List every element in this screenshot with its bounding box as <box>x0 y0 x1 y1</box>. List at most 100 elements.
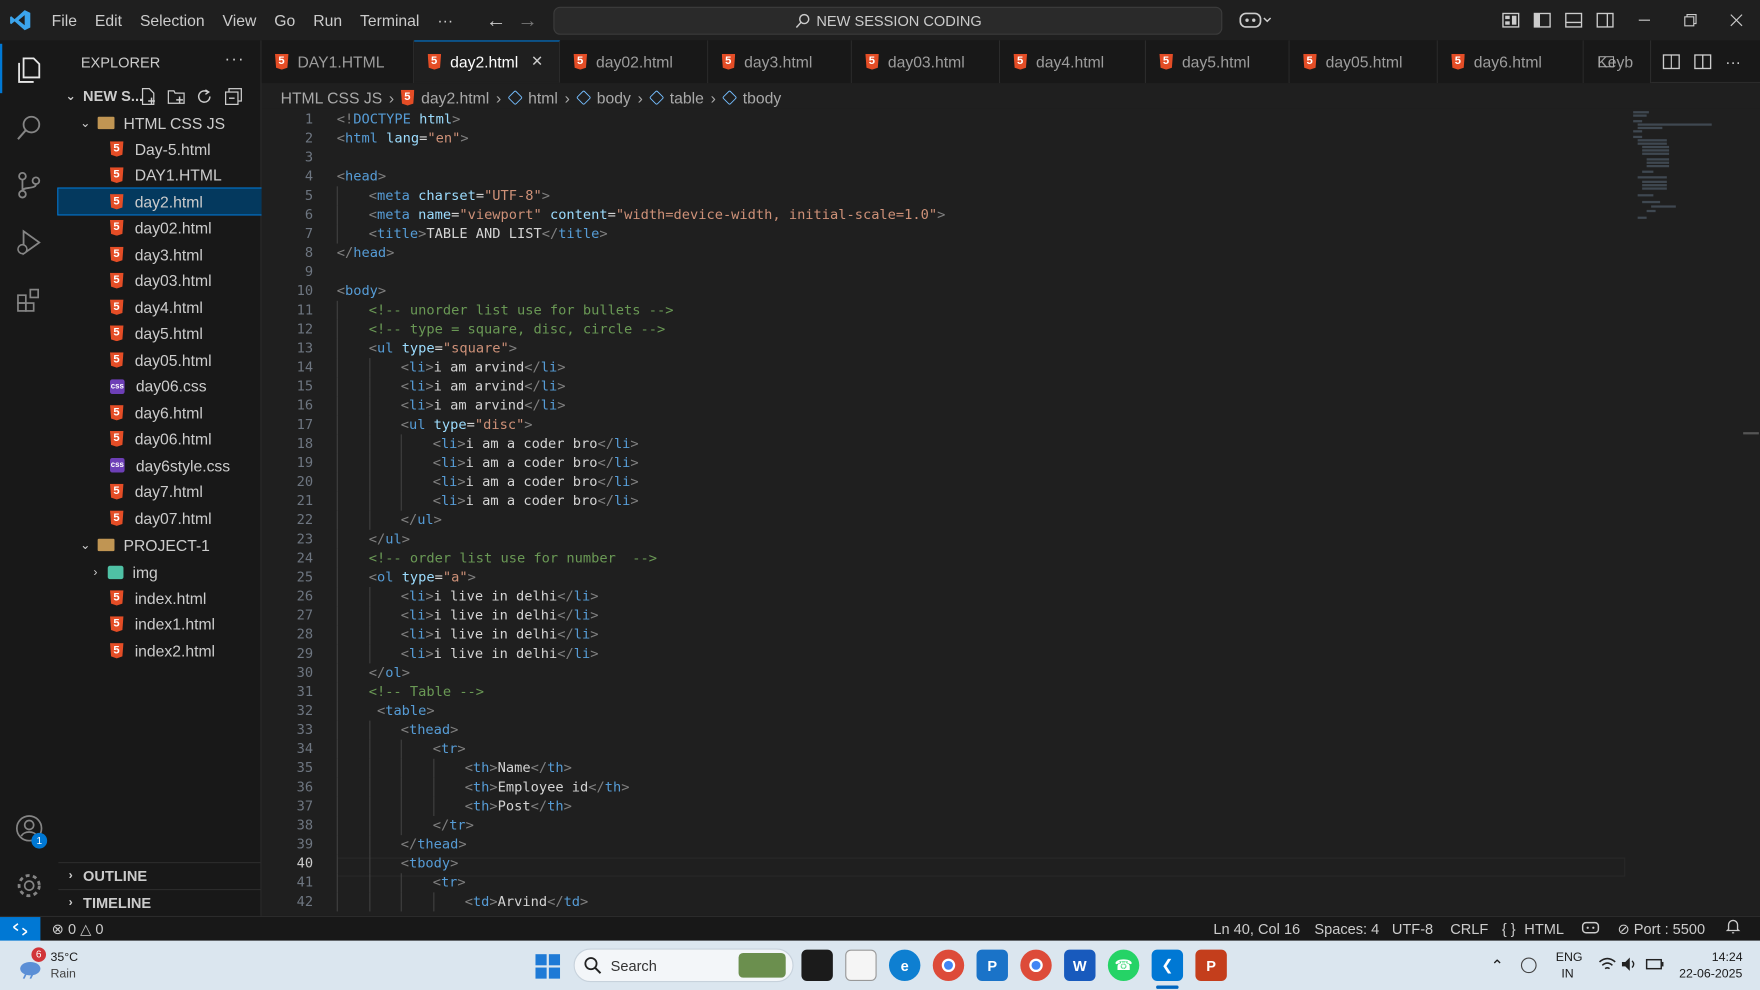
breadcrumb-folder[interactable]: HTML CSS JS <box>281 89 383 107</box>
volume-icon[interactable] <box>1621 956 1639 975</box>
notifications-bell-icon[interactable] <box>1725 917 1741 942</box>
menu-file[interactable]: File <box>40 0 86 40</box>
tab[interactable]: day02.html <box>560 40 709 84</box>
minimize-icon[interactable] <box>1634 10 1654 30</box>
search-icon[interactable] <box>0 101 58 155</box>
file-item[interactable]: day7.html <box>58 479 261 505</box>
file-item[interactable]: Day-5.html <box>58 136 261 162</box>
close-tab-icon[interactable]: ✕ <box>531 53 543 71</box>
indentation[interactable]: Spaces: 4 <box>1314 917 1379 942</box>
file-item[interactable]: day4.html <box>58 294 261 320</box>
language-mode[interactable]: HTML <box>1524 917 1564 942</box>
clock-time[interactable]: 14:24 <box>1712 951 1743 964</box>
scrollbar-thumb[interactable] <box>1743 432 1759 461</box>
line-ending[interactable]: CRLF <box>1450 917 1488 942</box>
toggle-panel-icon[interactable] <box>1564 10 1584 30</box>
file-item[interactable]: DAY1.HTML <box>58 162 261 188</box>
refresh-icon[interactable] <box>195 88 213 112</box>
extensions-icon[interactable] <box>0 273 58 327</box>
file-item[interactable]: index.html <box>58 585 261 611</box>
command-center[interactable]: NEW SESSION CODING <box>553 6 1223 35</box>
manage-gear-icon[interactable] <box>0 859 58 913</box>
new-file-icon[interactable] <box>139 88 157 112</box>
word-icon[interactable]: W <box>1064 949 1096 982</box>
tab[interactable]: day6.html <box>1437 40 1584 84</box>
split-editor-icon[interactable] <box>1692 51 1713 72</box>
file-item[interactable]: day02.html <box>58 215 261 241</box>
vscode-taskbar-icon[interactable]: ❮ <box>1151 949 1184 982</box>
menu-edit[interactable]: Edit <box>86 0 131 40</box>
vertical-scrollbar[interactable] <box>1743 109 1760 916</box>
powerpoint-icon[interactable]: P <box>1195 949 1227 982</box>
tab[interactable]: day3.html <box>708 40 852 84</box>
accounts-icon[interactable]: 1 <box>0 801 58 855</box>
file-item[interactable]: css day6style.css <box>58 452 261 478</box>
back-arrow-icon[interactable]: ← <box>485 8 507 31</box>
file-item[interactable]: day07.html <box>58 505 261 531</box>
folder-html-css-js[interactable]: ⌄ HTML CSS JS <box>58 110 261 136</box>
new-folder-icon[interactable] <box>167 88 185 112</box>
file-item[interactable]: day03.html <box>58 268 261 294</box>
file-item[interactable]: day3.html <box>58 241 261 267</box>
remote-icon[interactable] <box>0 917 41 942</box>
collapse-all-icon[interactable] <box>224 88 242 112</box>
notepad-icon[interactable] <box>845 949 877 982</box>
windows-start-icon[interactable] <box>535 954 561 979</box>
toggle-secondary-sidebar-icon[interactable] <box>1595 10 1615 30</box>
tab[interactable]: day4.html <box>1000 40 1147 84</box>
encoding[interactable]: UTF-8 <box>1392 917 1433 942</box>
battery-icon[interactable] <box>1645 957 1666 974</box>
breadcrumb-file[interactable]: day2.html <box>421 89 489 107</box>
chevron-up-icon[interactable]: ⌃ <box>1491 956 1504 975</box>
menu-selection[interactable]: Selection <box>131 0 214 40</box>
minimap[interactable] <box>1633 109 1743 232</box>
open-preview-icon[interactable] <box>1661 51 1682 72</box>
restore-icon[interactable] <box>1680 10 1700 30</box>
file-item[interactable]: index1.html <box>58 611 261 637</box>
forward-arrow-icon[interactable]: → <box>516 8 538 31</box>
language-region[interactable]: IN <box>1561 968 1573 981</box>
cursor-position[interactable]: Ln 40, Col 16 <box>1213 917 1300 942</box>
more-actions-icon[interactable]: ··· <box>224 49 244 68</box>
copilot-icon[interactable] <box>1238 9 1274 31</box>
breadcrumb-table[interactable]: table <box>670 89 704 107</box>
editor-more-icon[interactable]: ··· <box>1721 51 1745 72</box>
tab[interactable]: day03.html <box>851 40 1001 84</box>
tab[interactable]: day05.html <box>1289 40 1438 84</box>
file-item[interactable]: day05.html <box>58 347 261 373</box>
source-control-icon[interactable] <box>0 158 58 212</box>
whatsapp-icon[interactable]: ☎ <box>1107 949 1140 982</box>
explorer-icon[interactable] <box>0 43 58 97</box>
customize-layout-icon[interactable] <box>1501 10 1521 30</box>
toggle-sidebar-icon[interactable] <box>1532 10 1552 30</box>
close-window-icon[interactable] <box>1726 10 1746 30</box>
breadcrumb-body[interactable]: body <box>597 89 631 107</box>
file-item[interactable]: day06.html <box>58 426 261 452</box>
file-item[interactable]: index2.html <box>58 638 261 664</box>
code-editor[interactable]: 1 <!DOCTYPE html> 2 <html lang="en"> 3 4 <head… <box>261 108 1760 916</box>
clock-date[interactable]: 22-06-2025 <box>1679 968 1742 981</box>
folder-project-1[interactable]: ⌄ PROJECT-1 <box>58 532 261 558</box>
breadcrumb-html[interactable]: html <box>528 89 558 107</box>
menu-run[interactable]: Run <box>304 0 351 40</box>
tab[interactable]: Keyb <box>1583 40 1652 84</box>
tab[interactable]: DAY1.HTML <box>261 40 415 84</box>
menu-go[interactable]: Go <box>265 0 304 40</box>
pycharm-icon[interactable]: P <box>976 949 1008 982</box>
file-item[interactable]: day2.html <box>57 187 263 216</box>
menu-more[interactable]: ··· <box>428 0 462 40</box>
taskbar-search[interactable]: Search <box>573 948 794 983</box>
run-debug-icon[interactable] <box>0 216 58 270</box>
file-item[interactable]: css day06.css <box>58 373 261 399</box>
outline-section[interactable]: › OUTLINE <box>58 862 262 888</box>
wifi-icon[interactable] <box>1598 956 1616 975</box>
menu-view[interactable]: View <box>214 0 266 40</box>
chrome-profile-icon[interactable] <box>1020 949 1052 982</box>
security-icon[interactable] <box>1520 957 1537 974</box>
copilot-status-icon[interactable] <box>1581 917 1600 942</box>
folder-img[interactable]: › img <box>58 559 261 585</box>
language-code[interactable]: ENG <box>1556 951 1583 964</box>
problems-indicator[interactable]: ⊗ 0 △ 0 <box>52 917 104 942</box>
breadcrumb-tbody[interactable]: tbody <box>743 89 781 107</box>
tab[interactable]: day5.html <box>1146 40 1290 84</box>
